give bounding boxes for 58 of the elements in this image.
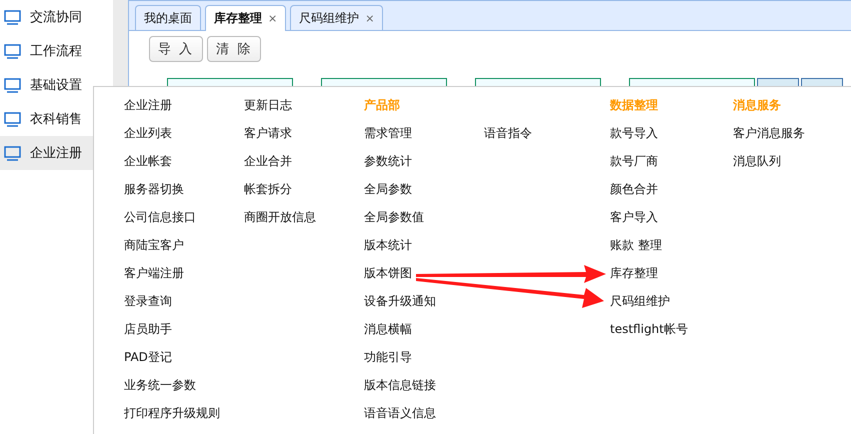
- menu-item[interactable]: 尺码组维护: [610, 290, 670, 318]
- menu-item[interactable]: 消息横幅: [364, 318, 412, 346]
- menu-header: 数据整理: [610, 97, 658, 114]
- menu-item[interactable]: 企业注册: [124, 94, 172, 122]
- monitor-icon: [4, 112, 21, 126]
- menu-item[interactable]: 服务器切换: [124, 178, 184, 206]
- menu-item[interactable]: 登录查询: [124, 290, 172, 318]
- menu-item[interactable]: PAD登记: [124, 346, 172, 374]
- sidebar-item[interactable]: 工作流程: [0, 34, 113, 68]
- menu-item[interactable]: 企业合并: [244, 150, 292, 178]
- menu-item[interactable]: 客户消息服务: [733, 122, 805, 150]
- menu-item[interactable]: 商陆宝客户: [124, 234, 184, 262]
- menu-item[interactable]: 客户导入: [610, 206, 658, 234]
- menu-item[interactable]: 店员助手: [124, 318, 172, 346]
- menu-item[interactable]: 更新日志: [244, 94, 292, 122]
- menu-item[interactable]: 帐套拆分: [244, 178, 292, 206]
- sidebar-item[interactable]: 交流协同: [0, 0, 113, 34]
- menu-item[interactable]: 业务统一参数: [124, 374, 196, 402]
- menu-item[interactable]: 库存整理: [610, 262, 658, 290]
- monitor-icon: [4, 146, 21, 160]
- menu-item[interactable]: 颜色合并: [610, 178, 658, 206]
- menu-item[interactable]: 参数统计: [364, 150, 412, 178]
- tab[interactable]: 我的桌面: [135, 5, 201, 30]
- menu-item[interactable]: 款号导入: [610, 122, 658, 150]
- toolbar-button[interactable]: 清 除: [207, 36, 262, 62]
- menu-item[interactable]: 全局参数值: [364, 206, 424, 234]
- tab[interactable]: 尺码组维护 ×: [290, 5, 384, 30]
- menu-item[interactable]: 企业列表: [124, 122, 172, 150]
- monitor-icon: [4, 44, 21, 58]
- menu-item[interactable]: 版本饼图: [364, 262, 412, 290]
- menu-item[interactable]: 商圈开放信息: [244, 206, 316, 234]
- sidebar-item[interactable]: 衣科销售: [0, 102, 113, 136]
- menu-header: 产品部: [364, 97, 400, 114]
- menu-header: 消息服务: [733, 97, 781, 114]
- menu-item[interactable]: 语音指令: [484, 122, 532, 150]
- menu-item[interactable]: 语音语义信息: [364, 402, 436, 430]
- menu-item[interactable]: 版本信息链接: [364, 374, 436, 402]
- menu-item[interactable]: 版本统计: [364, 234, 412, 262]
- menu-item[interactable]: 打印程序升级规则: [124, 402, 220, 430]
- close-icon[interactable]: ×: [365, 12, 374, 24]
- menu-item[interactable]: 企业帐套: [124, 150, 172, 178]
- menu-item[interactable]: 全局参数: [364, 178, 412, 206]
- menu-item[interactable]: 账款 整理: [610, 234, 662, 262]
- monitor-icon: [4, 78, 21, 92]
- menu-item[interactable]: 设备升级通知: [364, 290, 436, 318]
- menu-item[interactable]: testflight帐号: [610, 318, 688, 346]
- menu-item[interactable]: 消息队列: [733, 150, 781, 178]
- menu-item[interactable]: 需求管理: [364, 122, 412, 150]
- menu-item[interactable]: 款号厂商: [610, 150, 658, 178]
- menu-item[interactable]: 功能引导: [364, 346, 412, 374]
- sidebar-item[interactable]: 基础设置: [0, 68, 113, 102]
- menu-item[interactable]: 客户请求: [244, 122, 292, 150]
- tab[interactable]: 库存整理 ×: [205, 5, 286, 31]
- toolbar-button[interactable]: 导 入: [149, 36, 204, 62]
- monitor-icon: [4, 10, 21, 24]
- menu-item[interactable]: 公司信息接口: [124, 206, 196, 234]
- close-icon[interactable]: ×: [268, 12, 278, 25]
- menu-item[interactable]: 客户端注册: [124, 262, 184, 290]
